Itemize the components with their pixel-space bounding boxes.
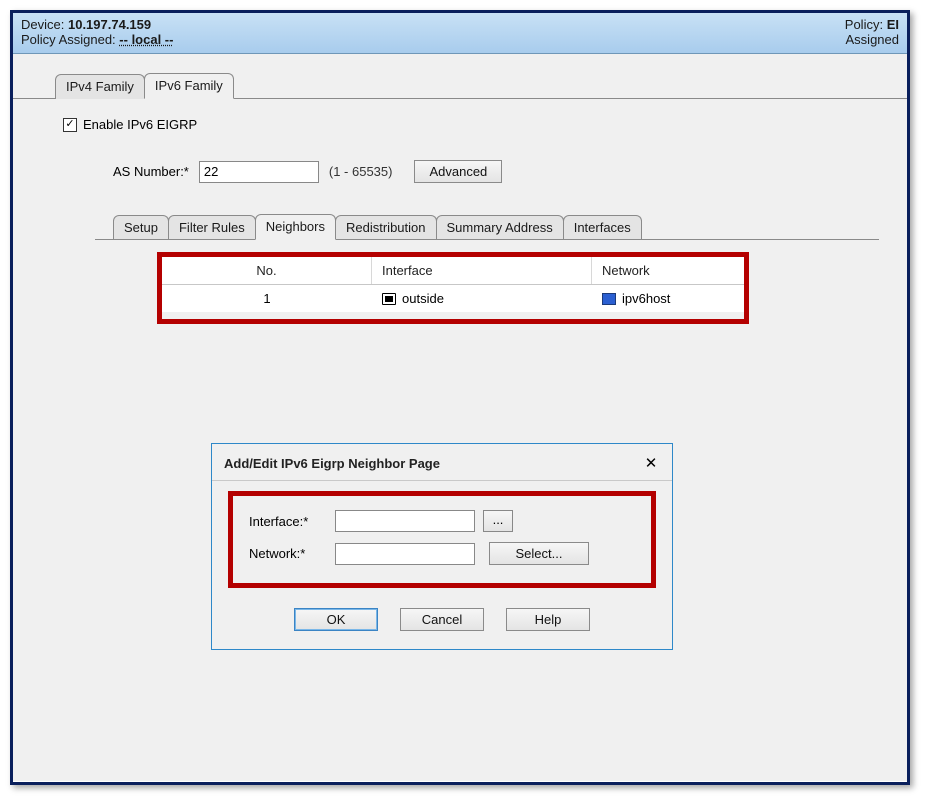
policy-value: EI xyxy=(887,17,899,32)
col-header-interface[interactable]: Interface xyxy=(372,257,592,284)
as-number-label: AS Number:* xyxy=(113,164,189,179)
network-input[interactable] xyxy=(335,543,475,565)
host-icon xyxy=(602,293,616,305)
network-label: Network:* xyxy=(249,546,327,561)
add-edit-neighbor-dialog: Add/Edit IPv6 Eigrp Neighbor Page ✕ Inte… xyxy=(211,443,673,650)
dialog-title: Add/Edit IPv6 Eigrp Neighbor Page xyxy=(224,456,440,471)
tab-ipv4-family[interactable]: IPv4 Family xyxy=(55,74,145,99)
advanced-button[interactable]: Advanced xyxy=(414,160,502,183)
ethernet-port-icon xyxy=(382,293,396,305)
neighbors-table: No. Interface Network 1 outside xyxy=(162,257,744,319)
device-value: 10.197.74.159 xyxy=(68,17,151,32)
assigned-label: Assigned xyxy=(846,32,899,47)
tab-setup[interactable]: Setup xyxy=(113,215,169,240)
close-icon[interactable]: ✕ xyxy=(642,454,660,472)
cell-interface: outside xyxy=(372,285,592,312)
tab-summary-address[interactable]: Summary Address xyxy=(436,215,564,240)
network-select-button[interactable]: Select... xyxy=(489,542,589,565)
outer-tabs: IPv4 Family IPv6 Family xyxy=(55,72,907,98)
body-panel: IPv4 Family IPv6 Family ✓ Enable IPv6 EI… xyxy=(13,54,907,781)
as-number-input[interactable] xyxy=(199,161,319,183)
cancel-button[interactable]: Cancel xyxy=(400,608,484,631)
table-row[interactable]: 1 outside ipv6host xyxy=(162,285,744,312)
neighbors-table-highlight: No. Interface Network 1 outside xyxy=(157,252,749,324)
dialog-fields-highlight: Interface:* ... Network:* Select... xyxy=(228,491,656,588)
tab-filter-rules[interactable]: Filter Rules xyxy=(168,215,256,240)
interface-label: Interface:* xyxy=(249,514,327,529)
inner-tabs: Setup Filter Rules Neighbors Redistribut… xyxy=(113,213,879,239)
col-header-network[interactable]: Network xyxy=(592,257,744,284)
interface-browse-button[interactable]: ... xyxy=(483,510,513,532)
tab-neighbors[interactable]: Neighbors xyxy=(255,214,336,240)
as-range-hint: (1 - 65535) xyxy=(329,164,393,179)
policy-assigned-value[interactable]: -- local -- xyxy=(119,32,173,47)
policy-label: Policy: xyxy=(845,17,883,32)
tab-ipv6-family[interactable]: IPv6 Family xyxy=(144,73,234,99)
col-header-no[interactable]: No. xyxy=(162,257,372,284)
enable-ipv6-eigrp-label: Enable IPv6 EIGRP xyxy=(83,117,197,132)
app-frame: Device: 10.197.74.159 Policy: EI Policy … xyxy=(10,10,910,785)
device-label: Device: xyxy=(21,17,64,32)
ok-button[interactable]: OK xyxy=(294,608,378,631)
enable-ipv6-eigrp-checkbox[interactable]: ✓ xyxy=(63,118,77,132)
header-bar: Device: 10.197.74.159 Policy: EI Policy … xyxy=(13,13,907,54)
interface-input[interactable] xyxy=(335,510,475,532)
help-button[interactable]: Help xyxy=(506,608,590,631)
tab-redistribution[interactable]: Redistribution xyxy=(335,215,437,240)
cell-network: ipv6host xyxy=(592,285,744,312)
cell-no: 1 xyxy=(162,285,372,312)
tab-interfaces[interactable]: Interfaces xyxy=(563,215,642,240)
policy-assigned-label: Policy Assigned: xyxy=(21,32,116,47)
